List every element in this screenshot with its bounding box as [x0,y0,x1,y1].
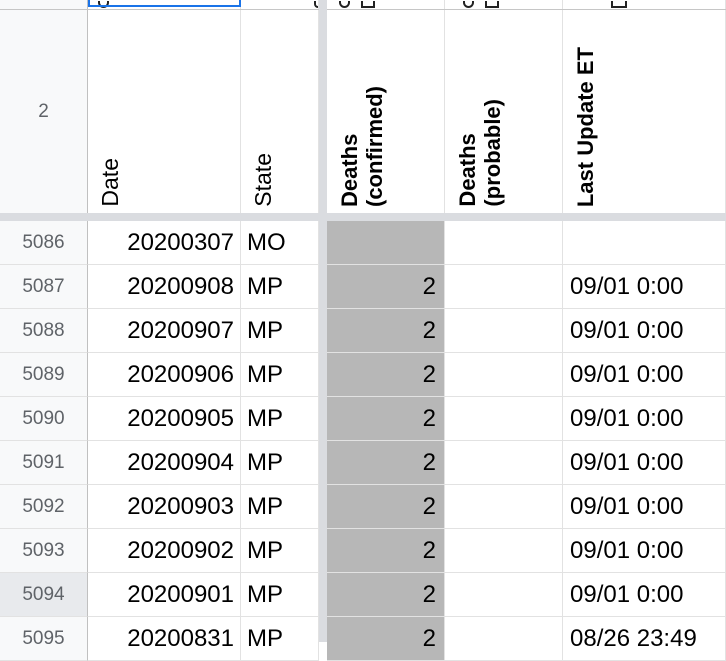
clipped-glyph [611,1,627,8]
cell-state[interactable]: MP [241,309,319,353]
cell-date[interactable]: 20200901 [88,573,241,617]
cell-deaths-probable[interactable] [445,529,563,573]
cell-deaths-probable[interactable] [445,441,563,485]
cell-last-update[interactable] [563,221,726,265]
cell-state[interactable]: MP [241,353,319,397]
cell-last-update[interactable]: 09/01 0:00 [563,529,726,573]
header-label-state: State [250,153,276,207]
header-label-date: Date [97,158,123,207]
row-number[interactable]: 5090 [0,397,88,441]
cell-deaths-confirmed[interactable]: 2 [327,353,445,397]
cell-date[interactable]: 20200907 [88,309,241,353]
cell-state[interactable]: MP [241,617,319,661]
row-number[interactable]: 5094 [0,573,88,617]
cell-deaths-probable[interactable] [445,573,563,617]
row-number[interactable]: 5086 [0,221,88,265]
clipped-cell-state[interactable] [241,0,319,9]
cell-last-update[interactable]: 09/01 0:00 [563,309,726,353]
row-header-2[interactable]: 2 [0,10,88,213]
selected-cell-outline [88,0,241,7]
cell-date[interactable]: 20200903 [88,485,241,529]
clipped-glyph [339,1,350,8]
cell-state[interactable]: MP [241,529,319,573]
cell-deaths-confirmed[interactable]: 2 [327,573,445,617]
cell-date[interactable]: 20200307 [88,221,241,265]
header-cell-deaths-confirmed[interactable]: Deaths (confirmed) [327,10,445,213]
cell-deaths-probable[interactable] [445,309,563,353]
cell-last-update[interactable]: 09/01 0:00 [563,573,726,617]
cell-deaths-probable[interactable] [445,221,563,265]
header-cell-state[interactable]: State [241,10,319,213]
cell-deaths-probable[interactable] [445,617,563,661]
cell-state[interactable]: MP [241,397,319,441]
row-number[interactable]: 5091 [0,441,88,485]
cell-date[interactable]: 20200831 [88,617,241,661]
row-number[interactable]: 5089 [0,353,88,397]
cell-deaths-probable[interactable] [445,485,563,529]
cell-date[interactable]: 20200902 [88,529,241,573]
cell-last-update[interactable]: 09/01 0:00 [563,397,726,441]
cell-deaths-confirmed[interactable]: 2 [327,485,445,529]
header-cell-date[interactable]: Date [88,10,241,213]
row-number[interactable]: 5092 [0,485,88,529]
cell-deaths-confirmed[interactable] [327,221,445,265]
cell-deaths-probable[interactable] [445,353,563,397]
clipped-row-number [0,0,88,9]
cell-deaths-probable[interactable] [445,397,563,441]
cell-date[interactable]: 20200904 [88,441,241,485]
cell-deaths-confirmed[interactable]: 2 [327,309,445,353]
cell-last-update[interactable]: 08/26 23:49 [563,617,726,661]
clipped-glyph [485,1,499,8]
cell-deaths-confirmed[interactable]: 2 [327,529,445,573]
row-number[interactable]: 5093 [0,529,88,573]
row-number[interactable]: 5088 [0,309,88,353]
cell-deaths-probable[interactable] [445,265,563,309]
cell-date[interactable]: 20200906 [88,353,241,397]
cell-date[interactable]: 20200905 [88,397,241,441]
header-label-last-update: Last Update ET [573,46,598,207]
cell-state[interactable]: MP [241,573,319,617]
frozen-column-divider[interactable] [319,0,327,642]
clipped-cell-deaths-probable[interactable] [445,0,563,9]
header-cell-last-update[interactable]: Last Update ET [563,10,726,213]
header-label-deaths-confirmed: Deaths (confirmed) [337,86,387,207]
cell-state[interactable]: MP [241,265,319,309]
clipped-glyph [463,1,474,8]
row-number[interactable]: 5095 [0,617,88,661]
cell-deaths-confirmed[interactable]: 2 [327,265,445,309]
cell-last-update[interactable]: 09/01 0:00 [563,485,726,529]
cell-last-update[interactable]: 09/01 0:00 [563,441,726,485]
clipped-cell-deaths-confirmed[interactable] [327,0,445,9]
clipped-glyph [361,1,375,8]
header-cell-deaths-probable[interactable]: Deaths (probable) [445,10,563,213]
cell-last-update[interactable]: 09/01 0:00 [563,265,726,309]
cell-date[interactable]: 20200908 [88,265,241,309]
cell-deaths-confirmed[interactable]: 2 [327,617,445,661]
row-number[interactable]: 5087 [0,265,88,309]
cell-state[interactable]: MO [241,221,319,265]
cell-deaths-confirmed[interactable]: 2 [327,441,445,485]
frozen-row-divider[interactable] [0,213,726,221]
cell-deaths-confirmed[interactable]: 2 [327,397,445,441]
header-label-deaths-probable: Deaths (probable) [455,99,505,207]
cell-state[interactable]: MP [241,485,319,529]
clipped-cell-last-update[interactable] [563,0,726,9]
cell-last-update[interactable]: 09/01 0:00 [563,353,726,397]
cell-state[interactable]: MP [241,441,319,485]
